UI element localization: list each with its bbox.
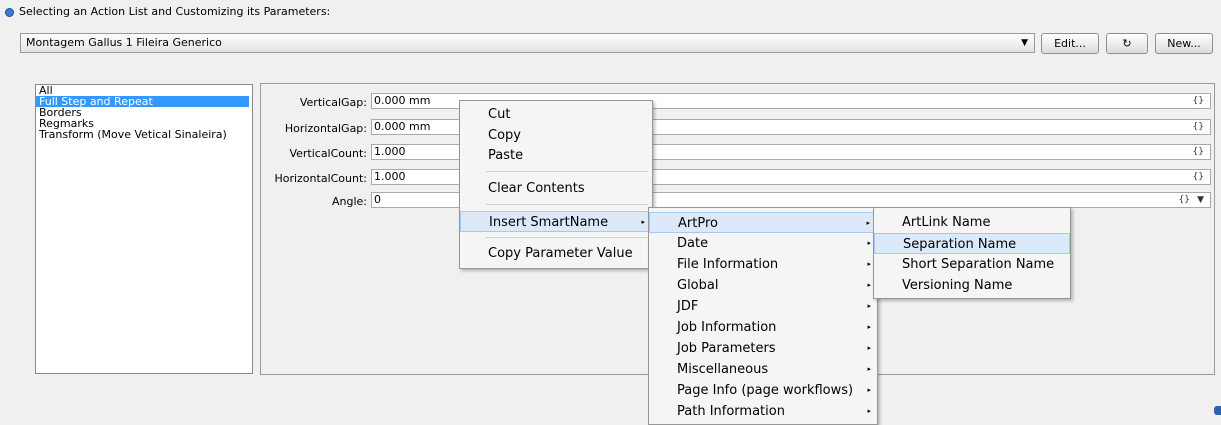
menu-item-path-information[interactable]: Path Information ▸ bbox=[649, 401, 877, 422]
menu-item-clear-contents[interactable]: Clear Contents bbox=[460, 178, 652, 199]
param-label-horizontal-gap: HorizontalGap: bbox=[284, 122, 367, 135]
menu-item-jdf[interactable]: JDF ▸ bbox=[649, 296, 877, 317]
menu-separator bbox=[486, 237, 648, 238]
action-listbox[interactable]: All Full Step and Repeat Borders Regmark… bbox=[35, 84, 253, 374]
menu-item-label: Separation Name bbox=[903, 237, 1017, 252]
menu-item-label: File Information bbox=[677, 257, 779, 272]
menu-item-job-parameters[interactable]: Job Parameters ▸ bbox=[649, 338, 877, 359]
submenu-arrow-icon: ▸ bbox=[641, 218, 645, 226]
submenu-arrow-icon: ▸ bbox=[866, 219, 870, 227]
submenu-arrow-icon: ▸ bbox=[867, 239, 871, 247]
param-value: 1.000 bbox=[374, 145, 406, 158]
list-item-transform[interactable]: Transform (Move Vetical Sinaleira) bbox=[36, 129, 252, 140]
artpro-submenu: ArtLink Name Separation Name Short Separ… bbox=[873, 207, 1071, 299]
param-label-vertical-count: VerticalCount: bbox=[289, 147, 367, 160]
smartname-submenu: ArtPro ▸ Date ▸ File Information ▸ Global ▸ … bbox=[648, 207, 878, 425]
braces-icon: {} bbox=[1192, 147, 1204, 157]
braces-icon: {} bbox=[1192, 122, 1204, 132]
menu-item-label: Miscellaneous bbox=[677, 362, 769, 377]
menu-item-label: Job Parameters bbox=[677, 341, 776, 356]
menu-item-date[interactable]: Date ▸ bbox=[649, 233, 877, 254]
menu-item-label: Copy Parameter Value bbox=[488, 246, 633, 261]
menu-item-global[interactable]: Global ▸ bbox=[649, 275, 877, 296]
submenu-arrow-icon: ▸ bbox=[867, 344, 871, 352]
menu-item-insert-smartname[interactable]: Insert SmartName ▸ bbox=[460, 211, 652, 232]
action-list-value: Montagem Gallus 1 Fileira Generico bbox=[26, 36, 222, 49]
menu-item-job-information[interactable]: Job Information ▸ bbox=[649, 317, 877, 338]
action-list-dropdown[interactable]: Montagem Gallus 1 Fileira Generico ▼ bbox=[20, 33, 1035, 53]
menu-item-label: Global bbox=[677, 278, 719, 293]
braces-icon: {} bbox=[1192, 96, 1204, 106]
param-value: 1.000 bbox=[374, 170, 406, 183]
menu-item-short-separation-name[interactable]: Short Separation Name bbox=[874, 254, 1070, 275]
menu-item-versioning-name[interactable]: Versioning Name bbox=[874, 275, 1070, 296]
menu-item-label: Date bbox=[677, 236, 709, 251]
param-value: 0 bbox=[374, 193, 381, 206]
param-label-vertical-gap: VerticalGap: bbox=[299, 96, 367, 109]
menu-item-paste[interactable]: Paste bbox=[460, 145, 652, 166]
menu-item-label: Cut bbox=[488, 107, 511, 122]
menu-item-copy[interactable]: Copy bbox=[460, 125, 652, 146]
help-indicator-icon bbox=[1214, 406, 1221, 415]
menu-item-file-information[interactable]: File Information ▸ bbox=[649, 254, 877, 275]
new-button[interactable]: New... bbox=[1155, 33, 1213, 54]
submenu-arrow-icon: ▸ bbox=[867, 386, 871, 394]
submenu-arrow-icon: ▸ bbox=[867, 302, 871, 310]
braces-icon: {} bbox=[1178, 195, 1190, 205]
menu-item-label: Copy bbox=[488, 128, 521, 143]
radio-bullet-icon bbox=[5, 8, 14, 17]
menu-item-cut[interactable]: Cut bbox=[460, 104, 652, 125]
menu-item-artlink-name[interactable]: ArtLink Name bbox=[874, 212, 1070, 233]
submenu-arrow-icon: ▸ bbox=[867, 281, 871, 289]
menu-item-label: Clear Contents bbox=[488, 181, 585, 196]
menu-item-label: Short Separation Name bbox=[902, 257, 1055, 272]
submenu-arrow-icon: ▸ bbox=[867, 260, 871, 268]
braces-icon: {} bbox=[1192, 172, 1204, 182]
param-label-horizontal-count: HorizontalCount: bbox=[274, 172, 367, 185]
menu-item-label: Job Information bbox=[677, 320, 777, 335]
submenu-arrow-icon: ▸ bbox=[867, 365, 871, 373]
menu-item-page-info[interactable]: Page Info (page workflows) ▸ bbox=[649, 380, 877, 401]
menu-item-label: Paste bbox=[488, 148, 524, 163]
submenu-arrow-icon: ▸ bbox=[867, 407, 871, 415]
submenu-arrow-icon: ▸ bbox=[867, 323, 871, 331]
menu-item-label: ArtPro bbox=[678, 216, 718, 231]
menu-item-separation-name[interactable]: Separation Name bbox=[874, 233, 1070, 254]
refresh-icon: ↻ bbox=[1122, 37, 1132, 50]
menu-item-label: JDF bbox=[677, 299, 699, 314]
param-label-angle: Angle: bbox=[331, 195, 367, 208]
param-value: 0.000 mm bbox=[374, 94, 431, 107]
edit-button[interactable]: Edit... bbox=[1041, 33, 1099, 54]
param-value: 0.000 mm bbox=[374, 120, 431, 133]
menu-item-artpro[interactable]: ArtPro ▸ bbox=[649, 212, 877, 233]
menu-item-label: Page Info (page workflows) bbox=[677, 383, 854, 398]
menu-item-label: Insert SmartName bbox=[489, 215, 609, 230]
context-menu: Cut Copy Paste Clear Contents Insert Sma… bbox=[459, 100, 653, 269]
section-title: Selecting an Action List and Customizing… bbox=[19, 5, 331, 18]
menu-item-label: Path Information bbox=[677, 404, 785, 419]
menu-item-label: ArtLink Name bbox=[902, 215, 991, 230]
menu-item-copy-parameter-value[interactable]: Copy Parameter Value bbox=[460, 243, 652, 264]
menu-separator bbox=[486, 171, 648, 172]
menu-separator bbox=[486, 204, 648, 205]
chevron-down-icon: ▼ bbox=[1021, 38, 1028, 48]
menu-item-miscellaneous[interactable]: Miscellaneous ▸ bbox=[649, 359, 877, 380]
chevron-down-icon[interactable]: ▼ bbox=[1197, 193, 1204, 207]
refresh-button[interactable]: ↻ bbox=[1106, 33, 1148, 54]
menu-item-label: Versioning Name bbox=[902, 278, 1013, 293]
